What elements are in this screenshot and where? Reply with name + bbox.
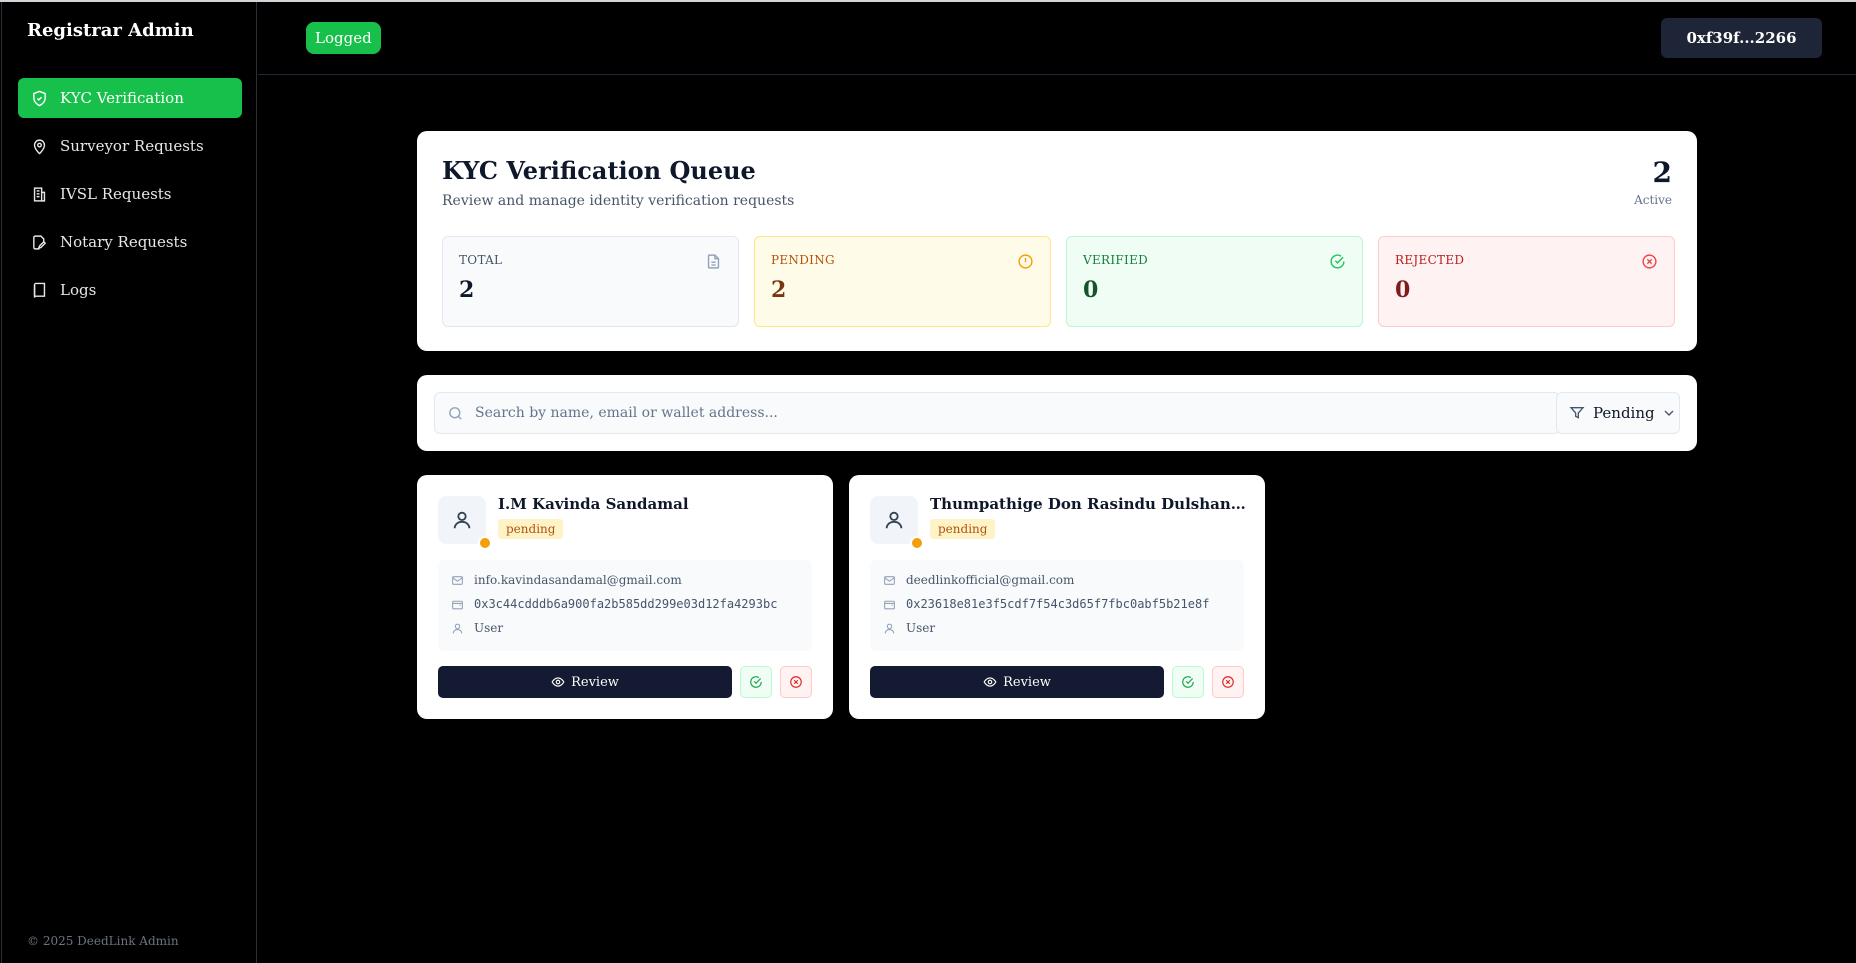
map-pin-icon [30, 137, 48, 155]
active-count: 2 [1652, 156, 1672, 189]
active-label: Active [1634, 193, 1672, 207]
alert-circle-icon [1017, 253, 1034, 270]
wallet-icon [884, 600, 895, 609]
book-icon [30, 281, 48, 299]
avatar [438, 496, 492, 550]
logged-status-badge: Logged [306, 22, 381, 54]
kyc-queue-card: KYC Verification Queue Review and manage… [417, 131, 1697, 351]
sidebar-item-label: Logs [60, 281, 97, 299]
sidebar-item-label: Notary Requests [60, 233, 188, 251]
applicant-role: User [906, 621, 936, 635]
sidebar-item-surveyor-requests[interactable]: Surveyor Requests [18, 126, 242, 166]
check-circle-icon [750, 676, 762, 688]
approve-button[interactable] [1172, 666, 1204, 698]
status-badge: pending [930, 519, 996, 539]
stat-pending: PENDING 2 [754, 236, 1051, 327]
eye-icon [983, 677, 997, 687]
reject-button[interactable] [1212, 666, 1244, 698]
status-filter-dropdown[interactable]: Pending [1556, 392, 1680, 434]
applicant-details: deedlinkofficial@gmail.com 0x23618e81e3f… [870, 560, 1244, 651]
user-icon [885, 511, 903, 529]
user-icon [453, 511, 471, 529]
approve-button[interactable] [740, 666, 772, 698]
copyright-footer: © 2025 DeedLink Admin [27, 934, 179, 948]
search-box [434, 392, 1560, 434]
page-title: KYC Verification Queue [442, 156, 756, 185]
wallet-row: 0x3c44cdddb6a900fa2b585dd299e03d12fa4293… [451, 595, 777, 613]
role-row: User [883, 619, 935, 637]
mail-icon [452, 575, 463, 585]
wallet-icon [452, 600, 463, 609]
sidebar: Registrar Admin KYC Verification Surveyo… [1, 2, 257, 963]
reject-button[interactable] [780, 666, 812, 698]
file-pen-icon [30, 233, 48, 251]
stat-label: REJECTED [1395, 253, 1465, 267]
check-circle-icon [1182, 676, 1194, 688]
review-button[interactable]: Review [870, 666, 1164, 698]
page-subtitle: Review and manage identity verification … [442, 193, 795, 209]
x-circle-icon [1222, 676, 1234, 688]
search-input[interactable] [475, 393, 1545, 433]
stat-value: 2 [459, 277, 475, 303]
chevron-down-icon [1664, 410, 1674, 416]
role-row: User [451, 619, 503, 637]
review-button-label: Review [571, 674, 619, 690]
top-header: Logged 0xf39f...2266 [258, 2, 1856, 75]
applicant-name: Thumpathige Don Rasindu Dulshan Siriward… [930, 495, 1248, 513]
avatar [870, 496, 924, 550]
user-icon [884, 623, 895, 633]
sidebar-item-logs[interactable]: Logs [18, 270, 242, 310]
applicant-name: I.M Kavinda Sandamal [498, 495, 689, 513]
document-icon [705, 253, 722, 270]
stat-label: TOTAL [459, 253, 503, 267]
check-circle-icon [1329, 253, 1346, 270]
pending-status-dot [478, 536, 492, 550]
user-icon [452, 623, 463, 633]
applicant-details: info.kavindasandamal@gmail.com 0x3c44cdd… [438, 560, 812, 651]
x-circle-icon [790, 676, 802, 688]
sidebar-item-label: Surveyor Requests [60, 137, 204, 155]
kyc-request-card: Thumpathige Don Rasindu Dulshan Siriward… [849, 475, 1265, 719]
status-badge: pending [498, 519, 564, 539]
review-button-label: Review [1003, 674, 1051, 690]
x-circle-icon [1641, 253, 1658, 270]
sidebar-item-kyc-verification[interactable]: KYC Verification [18, 78, 242, 118]
applicant-email: deedlinkofficial@gmail.com [906, 573, 1075, 587]
eye-icon [551, 677, 565, 687]
mail-icon [884, 575, 895, 585]
sidebar-item-notary-requests[interactable]: Notary Requests [18, 222, 242, 262]
pending-status-dot [910, 536, 924, 550]
building-icon [30, 185, 48, 203]
applicant-email: info.kavindasandamal@gmail.com [474, 573, 682, 587]
stat-label: VERIFIED [1083, 253, 1149, 267]
wallet-row: 0x23618e81e3f5cdf7f54c3d65f7fbc0abf5b21e… [883, 595, 1209, 613]
filter-selected-value: Pending [1593, 404, 1655, 422]
stat-value: 2 [771, 277, 787, 303]
review-button[interactable]: Review [438, 666, 732, 698]
wallet-address-button[interactable]: 0xf39f...2266 [1661, 18, 1822, 58]
stat-label: PENDING [771, 253, 835, 267]
email-row: info.kavindasandamal@gmail.com [451, 571, 682, 589]
search-panel: Pending [417, 375, 1697, 451]
sidebar-item-ivsl-requests[interactable]: IVSL Requests [18, 174, 242, 214]
applicant-role: User [474, 621, 504, 635]
shield-check-icon [30, 89, 48, 107]
sidebar-item-label: KYC Verification [60, 89, 184, 107]
search-icon [449, 407, 462, 420]
stat-total: TOTAL 2 [442, 236, 739, 327]
stat-value: 0 [1395, 277, 1411, 303]
applicant-wallet: 0x3c44cdddb6a900fa2b585dd299e03d12fa4293… [474, 597, 778, 611]
kyc-request-card: I.M Kavinda Sandamal pending info.kavind… [417, 475, 833, 719]
stat-rejected: REJECTED 0 [1378, 236, 1675, 327]
sidebar-nav: KYC Verification Surveyor Requests IVSL … [18, 78, 242, 318]
brand-title: Registrar Admin [27, 20, 194, 41]
applicant-wallet: 0x23618e81e3f5cdf7f54c3d65f7fbc0abf5b21e… [906, 597, 1210, 611]
filter-icon [1569, 407, 1585, 419]
email-row: deedlinkofficial@gmail.com [883, 571, 1074, 589]
sidebar-item-label: IVSL Requests [60, 185, 172, 203]
stat-verified: VERIFIED 0 [1066, 236, 1363, 327]
stat-value: 0 [1083, 277, 1099, 303]
